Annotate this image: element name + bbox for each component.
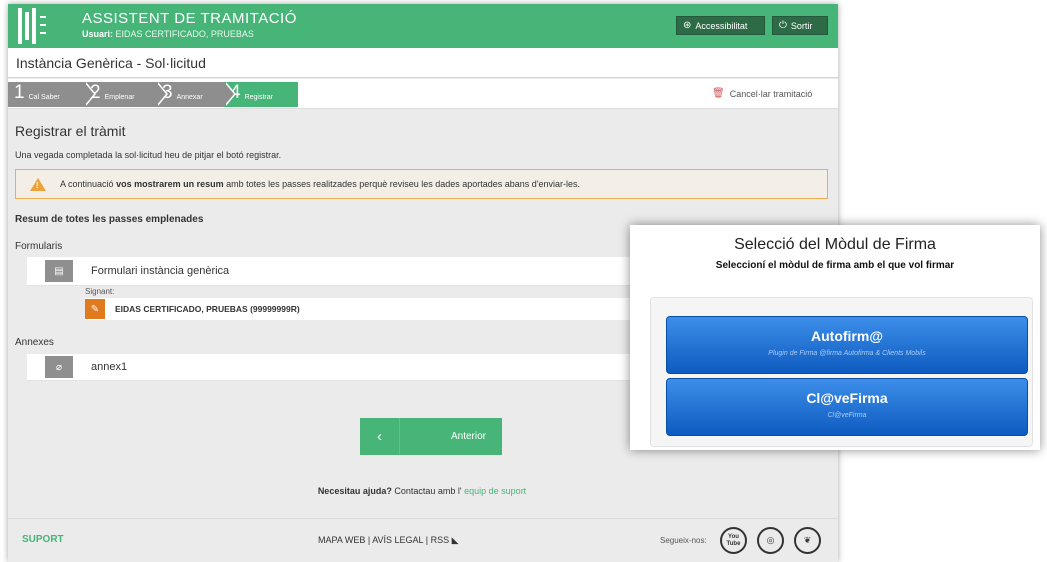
dialog-title: Selecció del Mòdul de Firma: [734, 236, 936, 253]
logout-label: Sortir: [790, 20, 813, 31]
notice-bold: vos mostrarem un resum: [116, 179, 224, 189]
youtube-icon[interactable]: You Tube: [720, 527, 747, 554]
twitter-icon[interactable]: ❦: [794, 527, 821, 554]
help-bold: Necesitau ajuda?: [317, 486, 392, 496]
instagram-icon[interactable]: ◎: [757, 527, 784, 554]
logo-icon: [18, 8, 48, 44]
help-line: Necesitau ajuda? Contactau amb l' equip …: [308, 486, 536, 496]
rss-link[interactable]: RSS: [431, 535, 450, 545]
help-text: Contactau amb l': [394, 486, 462, 496]
signer-name: EIDAS CERTIFICADO, PRUEBAS (99999999R): [115, 304, 300, 314]
footer: SUPORT MAPA WEB | AVÍS LEGAL | RSS ◣ Seg…: [8, 518, 838, 562]
user-label: Usuari:: [82, 29, 114, 39]
clipboard-icon: ▤: [45, 260, 73, 282]
notice-pre: A continuació: [60, 179, 114, 189]
support-team-link[interactable]: equip de suport: [464, 486, 526, 496]
step-4-label: Registrar: [244, 94, 273, 101]
accessibility-button[interactable]: ⊛ Accessibilitat: [676, 16, 765, 35]
section-title: Registrar el tràmit: [15, 123, 126, 139]
chevron-left-icon: ‹: [360, 418, 400, 455]
cancel-label: Cancel·lar tramitació: [729, 88, 813, 99]
page-title-bar: Instància Genèrica - Sol·licitud: [8, 48, 838, 78]
clavefirma-sublabel: Cl@veFirma: [827, 412, 867, 419]
trash-icon: 🗑: [712, 88, 725, 99]
summary-title: Resum de totes les passes emplenades: [15, 214, 204, 225]
notice-post: amb totes les passes realitzades perquè …: [226, 179, 581, 189]
autofirma-label: Autofirm@: [811, 328, 883, 344]
paperclip-icon: ⌀: [45, 356, 73, 378]
cancel-button[interactable]: 🗑 Cancel·lar tramitació: [712, 88, 812, 99]
header-bar: ASSISTENT DE TRAMITACIÓ Usuari: EIDAS CE…: [8, 4, 838, 48]
step-1[interactable]: 1 Cal Saber: [8, 82, 96, 107]
follow-label: Segueix-nos:: [660, 536, 707, 545]
rss-icon: ◣: [451, 535, 459, 545]
avis-legal-link[interactable]: AVÍS LEGAL: [372, 535, 423, 545]
annex-name: annex1: [91, 361, 128, 373]
previous-button[interactable]: ‹ Anterior: [360, 418, 502, 455]
autofirma-button[interactable]: Autofirm@ Plugin de Firma @firma Autofir…: [666, 316, 1028, 374]
warning-icon: !: [30, 177, 46, 191]
form-name: Formulari instància genèrica: [91, 265, 230, 277]
accessibility-icon: ⊛: [683, 20, 692, 31]
dialog-options-panel: Autofirm@ Plugin de Firma @firma Autofir…: [650, 297, 1033, 447]
footer-links: MAPA WEB | AVÍS LEGAL | RSS ◣: [318, 535, 459, 546]
signer-label: Signant:: [85, 287, 115, 296]
notice-text: A continuació vos mostrarem un resum amb…: [60, 179, 580, 189]
page-title: Instància Genèrica - Sol·licitud: [16, 55, 206, 71]
footer-suport[interactable]: SUPORT: [22, 534, 64, 545]
step-1-label: Cal Saber: [28, 94, 60, 101]
step-1-num: 1: [14, 82, 25, 103]
steps-bar: 1 Cal Saber 2 Emplenar 3 Annexar 4 Regis…: [8, 79, 838, 109]
clavefirma-button[interactable]: Cl@veFirma Cl@veFirma: [666, 378, 1028, 436]
logout-button[interactable]: ⏻ Sortir: [772, 16, 828, 35]
section-description: Una vegada completada la sol·licitud heu…: [15, 150, 282, 160]
dialog-subtitle: Seleccioní el mòdul de firma amb el que …: [715, 260, 955, 271]
previous-label: Anterior: [450, 431, 486, 442]
notice-box: ! A continuació vos mostrarem un resum a…: [15, 169, 828, 199]
app-title: ASSISTENT DE TRAMITACIÓ: [82, 10, 297, 27]
step-3-label: Annexar: [176, 94, 203, 101]
user-name: EIDAS CERTIFICADO, PRUEBAS: [115, 29, 254, 39]
user-line: Usuari: EIDAS CERTIFICADO, PRUEBAS: [82, 29, 254, 39]
mapa-web-link[interactable]: MAPA WEB: [318, 535, 365, 545]
pen-icon: ✎: [85, 299, 105, 319]
annexes-label: Annexes: [15, 337, 54, 348]
step-arrow: [156, 82, 166, 106]
signature-module-dialog: Selecció del Mòdul de Firma Seleccioní e…: [630, 225, 1040, 450]
accessibility-label: Accessibilitat: [695, 20, 748, 31]
autofirma-sublabel: Plugin de Firma @firma Autofirma & Clien…: [768, 350, 926, 357]
step-arrow: [224, 82, 234, 106]
step-2-label: Emplenar: [104, 94, 135, 101]
clavefirma-label: Cl@veFirma: [806, 390, 888, 406]
forms-label: Formularis: [15, 241, 63, 252]
power-icon: ⏻: [779, 20, 787, 31]
step-arrow: [84, 82, 94, 106]
